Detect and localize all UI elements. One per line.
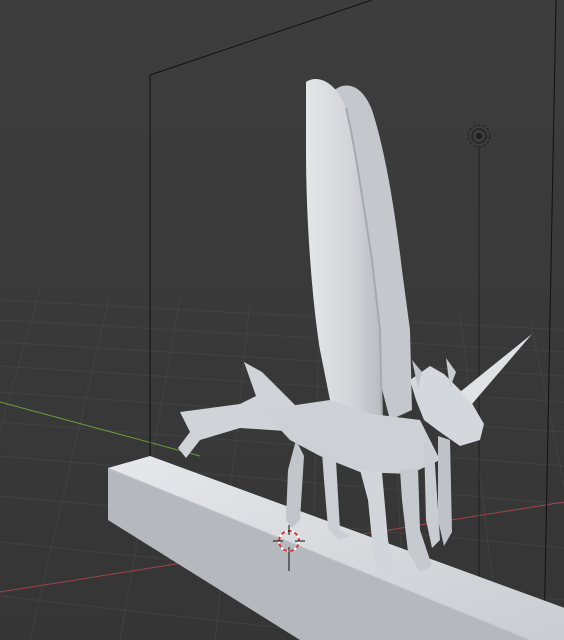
viewport-canvas[interactable] <box>0 0 564 640</box>
3d-viewport[interactable] <box>0 0 564 640</box>
